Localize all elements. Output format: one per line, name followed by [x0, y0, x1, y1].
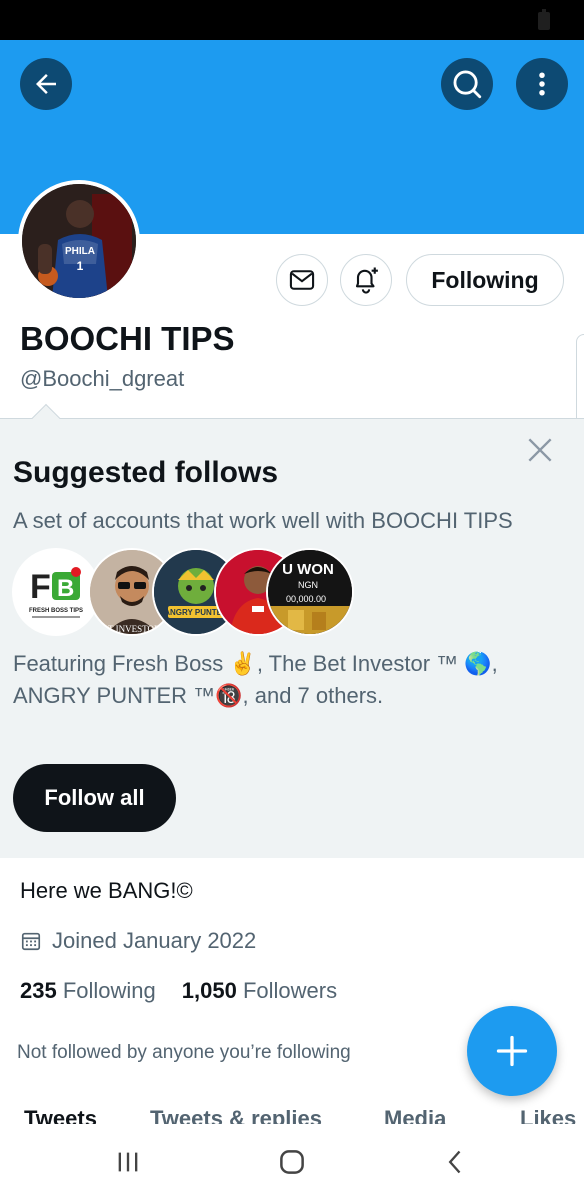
system-navigation-bar — [0, 1124, 584, 1200]
svg-text:NGN: NGN — [298, 580, 318, 590]
tab-tweets-replies[interactable]: Tweets & replies — [150, 1106, 322, 1124]
suggested-avatar-fresh-boss[interactable]: F B FRESH BOSS TIPS — [12, 548, 100, 636]
suggested-featuring-text: Featuring Fresh Boss ✌️, The Bet Investo… — [13, 651, 498, 708]
following-count-link[interactable]: 235 Following — [20, 978, 156, 1004]
tab-tweets[interactable]: Tweets — [24, 1106, 97, 1124]
home-icon — [280, 1150, 304, 1174]
notifications-button[interactable] — [340, 254, 392, 306]
svg-text:F: F — [30, 568, 51, 606]
back-chevron-icon — [448, 1150, 461, 1174]
not-followed-notice: Not followed by anyone you’re following — [17, 1042, 351, 1063]
system-back-button[interactable] — [436, 1142, 476, 1182]
status-bar — [0, 0, 584, 40]
follow-counts: 235 Following 1,050 Followers — [20, 978, 337, 1004]
home-button[interactable] — [272, 1142, 312, 1182]
bell-plus-icon — [355, 267, 378, 294]
profile-display-name: BOOCHI TIPS — [20, 320, 235, 357]
back-button[interactable] — [20, 58, 72, 110]
follow-all-button[interactable]: Follow all — [13, 764, 176, 832]
svg-text:00,000.00: 00,000.00 — [286, 594, 326, 604]
more-options-button[interactable] — [516, 58, 568, 110]
profile-avatar[interactable]: PHILA 1 — [18, 180, 140, 302]
close-icon — [528, 438, 552, 462]
svg-text:1: 1 — [77, 259, 84, 273]
recents-button[interactable] — [108, 1142, 148, 1182]
profile-tabs: Tweets Tweets & replies Media Likes — [0, 1104, 584, 1124]
following-count: 235 — [20, 978, 57, 1003]
search-icon — [453, 70, 482, 99]
search-button[interactable] — [441, 58, 493, 110]
joined-text: Joined January 2022 — [52, 928, 257, 953]
compose-tweet-button[interactable] — [467, 1006, 557, 1096]
followers-label: Followers — [242, 978, 338, 1003]
back-arrow-icon — [36, 74, 56, 94]
svg-text:FRESH BOSS TIPS: FRESH BOSS TIPS — [29, 608, 83, 614]
avatar-image: PHILA 1 — [22, 184, 136, 298]
suggested-follows-title: Suggested follows — [13, 456, 279, 489]
calendar-icon — [21, 932, 41, 951]
tab-media[interactable]: Media — [384, 1106, 446, 1124]
following-button[interactable]: Following — [406, 254, 564, 306]
dismiss-suggestions-button[interactable] — [524, 434, 556, 466]
followers-count-link[interactable]: 1,050 Followers — [182, 978, 337, 1004]
recents-icon — [118, 1152, 138, 1172]
mail-icon — [289, 270, 315, 290]
more-vertical-icon — [539, 72, 545, 96]
message-button[interactable] — [276, 254, 328, 306]
suggested-avatar-you-won[interactable]: U WON NGN 00,000.00 — [266, 548, 354, 636]
profile-handle: @Boochi_dgreat — [20, 366, 185, 391]
following-label: Following — [62, 978, 156, 1003]
followers-count: 1,050 — [181, 978, 237, 1003]
svg-text:B: B — [57, 575, 74, 602]
plus-icon — [496, 1035, 528, 1067]
tab-likes[interactable]: Likes — [520, 1106, 576, 1124]
profile-bio: Here we BANG!© — [20, 878, 193, 903]
profile-joined: Joined January 2022 — [20, 928, 256, 954]
suggested-follows-subtitle: A set of accounts that work well with BO… — [13, 508, 513, 533]
svg-text:PHILA: PHILA — [65, 246, 95, 257]
svg-text:U WON: U WON — [282, 561, 334, 578]
battery-icon — [538, 9, 550, 30]
